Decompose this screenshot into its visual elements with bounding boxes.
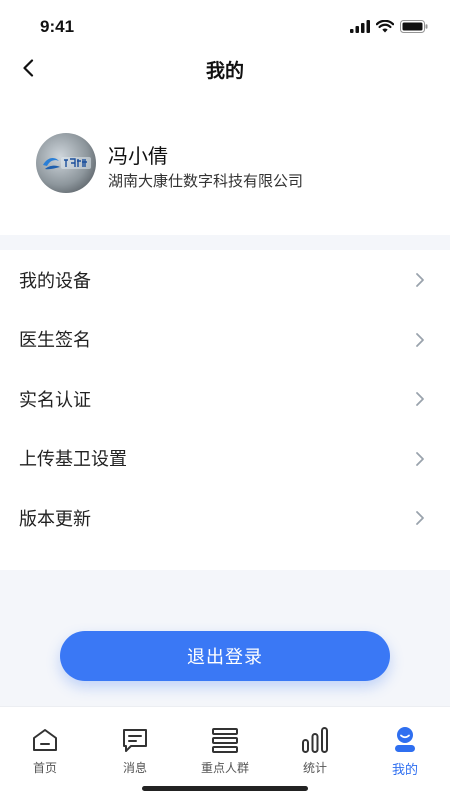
profile-card[interactable]: 冯小倩 湖南大康仕数字科技有限公司 (0, 92, 450, 235)
logout-button[interactable]: 退出登录 (60, 631, 390, 681)
message-icon (123, 729, 147, 752)
battery-icon (400, 19, 428, 33)
tab-label: 消息 (122, 761, 147, 775)
tab-key-groups[interactable]: 重点人群 (180, 707, 270, 787)
tab-home[interactable]: 首页 (0, 707, 90, 787)
tab-label: 首页 (32, 761, 57, 775)
status-icons (350, 19, 428, 33)
menu-item-my-devices[interactable]: 我的设备 (0, 250, 450, 310)
menu-item-label: 版本更新 (19, 508, 91, 530)
tab-profile[interactable]: 我的 (360, 707, 450, 787)
page-title: 我的 (205, 60, 244, 82)
home-icon (33, 729, 57, 751)
menu-item-label: 实名认证 (19, 389, 91, 411)
home-indicator (142, 786, 308, 791)
tab-label: 统计 (302, 761, 327, 775)
menu-item-label: 我的设备 (19, 270, 91, 292)
menu-item-version-update[interactable]: 版本更新 (0, 488, 450, 548)
wifi-icon (376, 19, 394, 32)
chevron-right-icon (416, 511, 424, 525)
menu-item-real-name-auth[interactable]: 实名认证 (0, 369, 450, 429)
chevron-right-icon (416, 273, 424, 287)
tab-messages[interactable]: 消息 (90, 707, 180, 787)
menu-item-label: 医生签名 (19, 330, 91, 352)
settings-menu: 我的设备 医生签名 实名认证 上传基卫设置 版本更新 (0, 250, 450, 570)
signal-icon (350, 19, 370, 33)
menu-item-upload-settings[interactable]: 上传基卫设置 (0, 429, 450, 489)
chevron-right-icon (416, 451, 424, 466)
menu-item-label: 上传基卫设置 (19, 449, 127, 471)
profile-icon (395, 727, 415, 752)
nav-bar: 我的 (0, 44, 450, 92)
chevron-right-icon (416, 332, 424, 347)
menu-item-doctor-signature[interactable]: 医生签名 (0, 310, 450, 370)
tab-statistics[interactable]: 统计 (270, 707, 360, 787)
user-company: 湖南大康仕数字科技有限公司 (108, 172, 304, 190)
chevron-right-icon (416, 392, 424, 406)
company-logo-icon (43, 157, 91, 170)
avatar[interactable] (36, 133, 96, 193)
tab-label: 重点人群 (200, 761, 249, 775)
status-time: 9:41 (40, 17, 75, 36)
list-icon (212, 728, 238, 753)
tab-label: 我的 (391, 763, 418, 778)
stats-icon (302, 727, 328, 753)
user-name: 冯小倩 (108, 144, 168, 168)
